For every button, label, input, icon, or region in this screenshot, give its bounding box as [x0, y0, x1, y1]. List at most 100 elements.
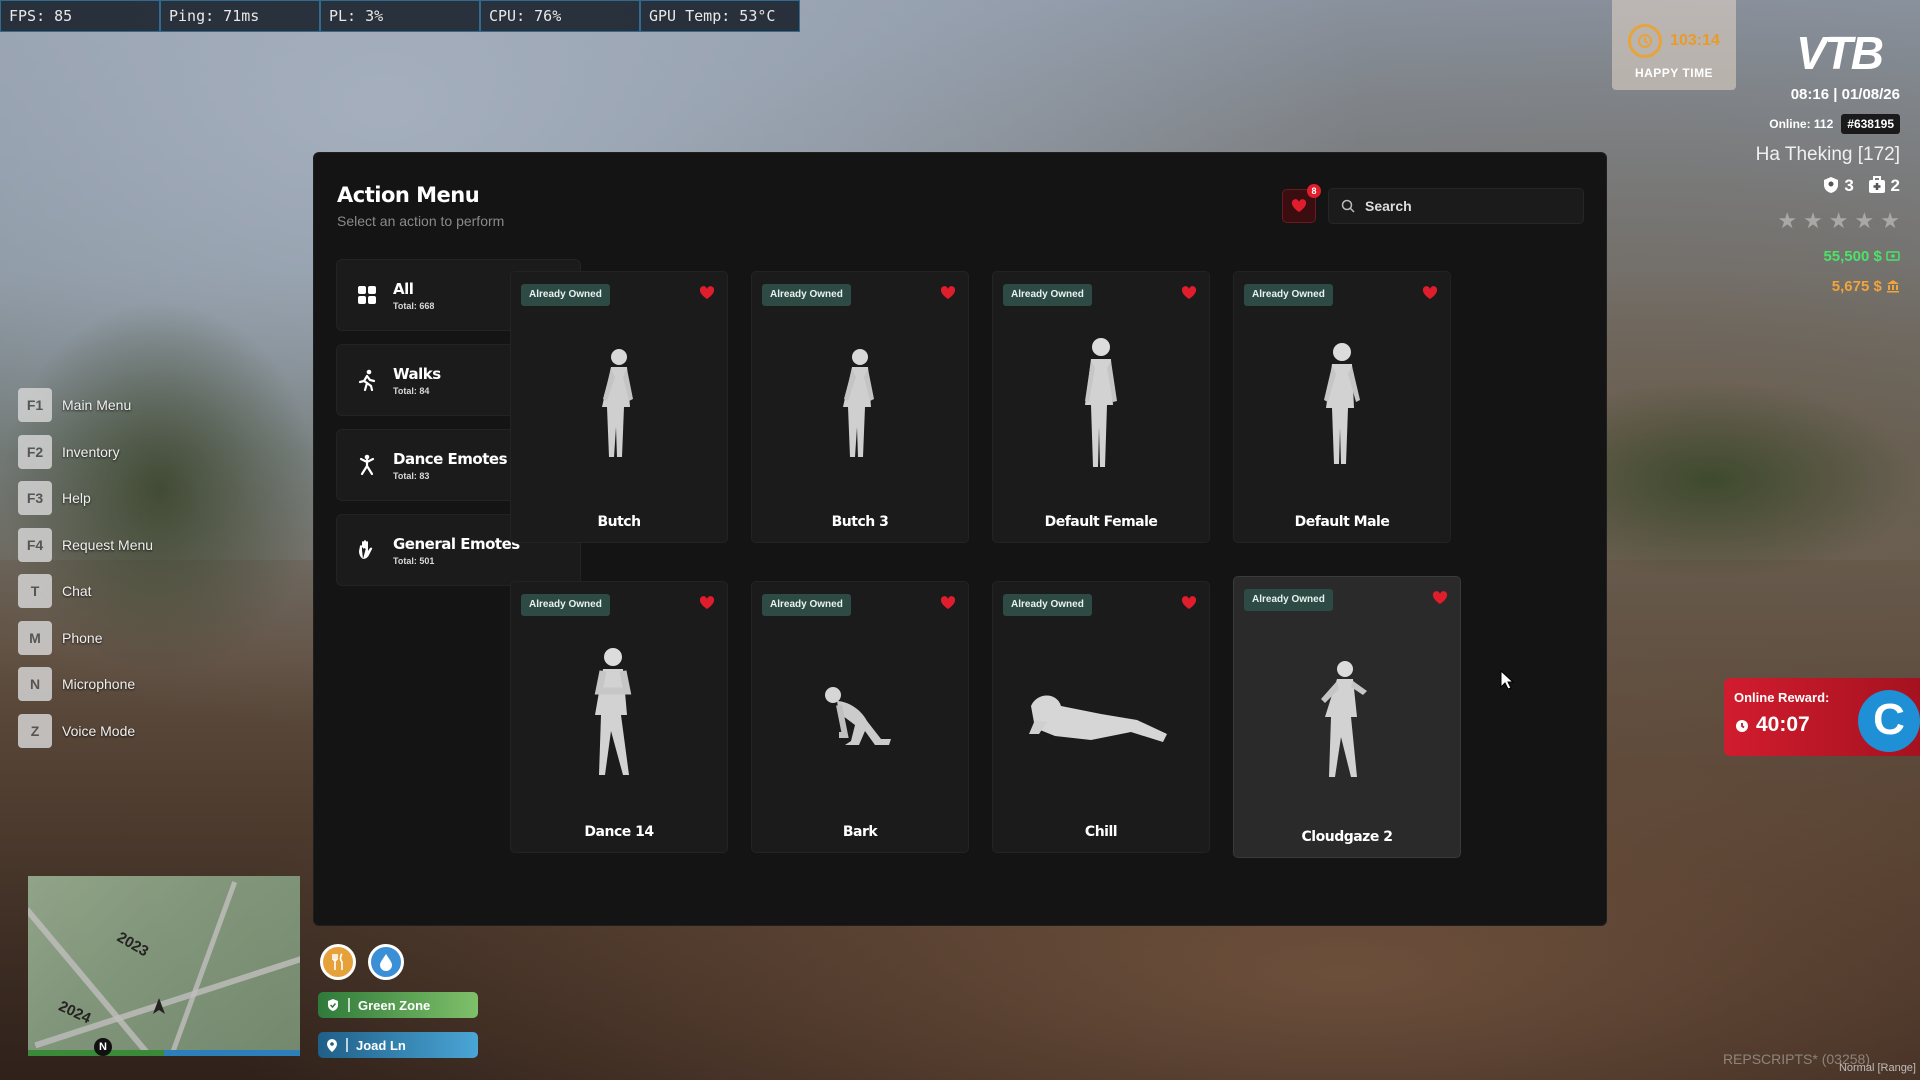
emote-preview-walk [511, 330, 727, 480]
emote-card-hovered[interactable]: Already Owned Cloudgaze 2 [1233, 576, 1461, 858]
owned-badge: Already Owned [1003, 284, 1092, 306]
player-arrow-icon [153, 998, 165, 1014]
category-total: Total: 501 [393, 555, 435, 566]
player-name: Ha Theking [172] [1755, 144, 1900, 165]
owned-badge: Already Owned [1003, 594, 1092, 616]
key-cap: F2 [18, 434, 52, 469]
emote-preview-stand [993, 330, 1209, 480]
hunger-icon [320, 944, 356, 980]
keyhint-label: Main Menu [62, 397, 132, 414]
emote-name: Default Male [1294, 514, 1390, 530]
heart-icon[interactable] [940, 286, 956, 300]
emote-card[interactable]: Already Owned Dance 14 [510, 581, 728, 853]
action-menu-panel: Action Menu Select an action to perform … [313, 152, 1607, 926]
keyhint-request-menu: F4 Request Menu [18, 522, 153, 569]
alarm-icon [1736, 720, 1748, 732]
player-id-badge: #638195 [1841, 114, 1900, 134]
job-counts: 3 2 [1822, 176, 1900, 196]
keyhint-microphone: N Microphone [18, 661, 153, 708]
hand-wave-icon [355, 538, 379, 562]
key-cap: F4 [18, 527, 52, 562]
online-row: Online: 112 #638195 [1769, 114, 1900, 134]
grid-icon [355, 283, 379, 307]
wanted-stars: ★ ★ ★ ★ ★ [1777, 208, 1900, 234]
emote-name: Bark [842, 824, 878, 840]
ping-readout: Ping: 71ms [160, 0, 320, 32]
category-name: All [393, 279, 414, 298]
key-cap: M [18, 620, 52, 655]
emote-name: Chill [1084, 824, 1118, 840]
category-name: Walks [393, 364, 441, 383]
emote-card[interactable]: Already Owned Default Female [992, 271, 1210, 543]
heart-icon[interactable] [1181, 596, 1197, 610]
emote-preview-stand [1234, 330, 1450, 480]
owned-badge: Already Owned [762, 594, 851, 616]
mouse-cursor-icon [1500, 670, 1514, 690]
search-icon [1341, 199, 1355, 213]
map-road [163, 881, 238, 1052]
clock-icon [1628, 24, 1663, 58]
keyhint-label: Microphone [62, 676, 136, 693]
search-input[interactable] [1365, 198, 1565, 214]
thirst-icon [368, 944, 404, 980]
gpu-temp-readout: GPU Temp: 53°C [640, 0, 800, 32]
emote-card[interactable]: Already Owned Butch 3 [751, 271, 969, 543]
owned-badge: Already Owned [762, 284, 851, 306]
heart-icon[interactable] [1432, 591, 1448, 605]
keyhint-label: Voice Mode [62, 722, 136, 739]
favorites-count-badge: 8 [1307, 184, 1321, 198]
heart-icon[interactable] [699, 596, 715, 610]
emote-preview-lie [993, 640, 1209, 790]
emote-card[interactable]: Already Owned Butch [510, 271, 728, 543]
emote-name: Default Female [1044, 514, 1158, 530]
heart-icon[interactable] [1422, 286, 1438, 300]
keyhint-help: F3 Help [18, 475, 153, 522]
category-name: General Emotes [393, 534, 520, 553]
emote-preview-run [1234, 647, 1460, 797]
police-count: 3 [1822, 176, 1854, 196]
medkit-icon [1868, 176, 1885, 193]
heart-icon[interactable] [1181, 286, 1197, 300]
search-box[interactable] [1328, 188, 1584, 224]
emote-card[interactable]: Already Owned Bark [751, 581, 969, 853]
panel-subtitle: Select an action to perform [337, 213, 505, 229]
key-cap: F3 [18, 481, 52, 516]
panel-title: Action Menu [337, 183, 480, 207]
cash-amount: 55,500 $ [1823, 248, 1900, 265]
emote-card[interactable]: Already Owned Chill [992, 581, 1210, 853]
emote-name: Butch [597, 514, 641, 530]
keyhint-inventory: F2 Inventory [18, 429, 153, 476]
compass-north: N [94, 1038, 112, 1056]
map-road-number: 2024 [55, 997, 94, 1028]
key-cap: Z [18, 713, 52, 748]
street-indicator: Joad Ln [318, 1032, 478, 1058]
category-total: Total: 668 [393, 300, 435, 311]
keyhint-label: Inventory [62, 443, 120, 460]
key-cap: N [18, 667, 52, 702]
clock-date: 08:16 | 01/08/26 [1790, 86, 1900, 103]
owned-badge: Already Owned [521, 284, 610, 306]
keyhint-label: Help [62, 490, 91, 507]
favorites-button[interactable]: 8 [1282, 184, 1321, 223]
emote-card[interactable]: Already Owned Default Male [1233, 271, 1451, 543]
separator [346, 1038, 348, 1052]
location-pin-icon [327, 1038, 337, 1052]
heart-icon[interactable] [699, 286, 715, 300]
armor-bar [164, 1050, 300, 1056]
owned-badge: Already Owned [1244, 589, 1333, 611]
keyhint-label: Request Menu [62, 536, 154, 553]
star-icon: ★ [1777, 208, 1798, 233]
emote-preview-walk [752, 330, 968, 480]
fps-readout: FPS: 85 [0, 0, 160, 32]
key-hints: F1 Main Menu F2 Inventory F3 Help F4 Request… [18, 382, 153, 754]
emote-preview-kneel [752, 640, 968, 790]
map-road [28, 907, 158, 1052]
heart-icon[interactable] [940, 596, 956, 610]
star-icon: ★ [1880, 208, 1900, 233]
voice-range: Normal [Range] [1838, 1062, 1916, 1074]
minimap: 2023 2024 [28, 876, 300, 1052]
owned-badge: Already Owned [521, 594, 610, 616]
emote-name: Dance 14 [584, 824, 654, 840]
zone-indicator: Green Zone [318, 992, 478, 1018]
category-total: Total: 83 [393, 470, 430, 481]
